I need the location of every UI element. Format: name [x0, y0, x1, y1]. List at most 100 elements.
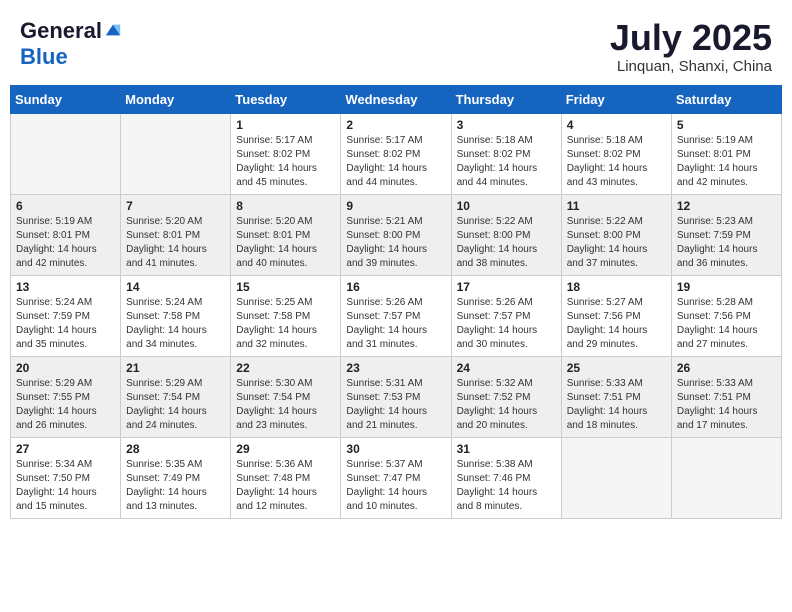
day-number: 14: [126, 280, 225, 294]
calendar-day-cell: [11, 113, 121, 194]
calendar-day-cell: 11 Sunrise: 5:22 AM Sunset: 8:00 PM Dayli…: [561, 194, 671, 275]
day-detail: Sunrise: 5:26 AM Sunset: 7:57 PM Dayligh…: [346, 296, 445, 352]
day-number: 29: [236, 442, 335, 456]
day-number: 3: [457, 118, 556, 132]
day-number: 25: [567, 361, 666, 375]
calendar-week-row: 27 Sunrise: 5:34 AM Sunset: 7:50 PM Dayli…: [11, 437, 782, 518]
calendar-day-cell: 3 Sunrise: 5:18 AM Sunset: 8:02 PM Daylig…: [451, 113, 561, 194]
day-detail: Sunrise: 5:20 AM Sunset: 8:01 PM Dayligh…: [236, 215, 335, 271]
day-number: 20: [16, 361, 115, 375]
day-detail: Sunrise: 5:23 AM Sunset: 7:59 PM Dayligh…: [677, 215, 776, 271]
day-detail: Sunrise: 5:35 AM Sunset: 7:49 PM Dayligh…: [126, 458, 225, 514]
day-detail: Sunrise: 5:33 AM Sunset: 7:51 PM Dayligh…: [677, 377, 776, 433]
title-block: July 2025 Linquan, Shanxi, China: [610, 18, 772, 75]
day-detail: Sunrise: 5:30 AM Sunset: 7:54 PM Dayligh…: [236, 377, 335, 433]
day-detail: Sunrise: 5:31 AM Sunset: 7:53 PM Dayligh…: [346, 377, 445, 433]
day-number: 6: [16, 199, 115, 213]
day-detail: Sunrise: 5:21 AM Sunset: 8:00 PM Dayligh…: [346, 215, 445, 271]
logo-icon: [104, 21, 122, 39]
calendar-day-cell: 19 Sunrise: 5:28 AM Sunset: 7:56 PM Dayli…: [671, 275, 781, 356]
day-detail: Sunrise: 5:37 AM Sunset: 7:47 PM Dayligh…: [346, 458, 445, 514]
calendar-day-cell: 4Sunrise: 5:18 AM Sunset: 8:02 PM Daylig…: [561, 113, 671, 194]
calendar-day-cell: 7 Sunrise: 5:20 AM Sunset: 8:01 PM Daylig…: [121, 194, 231, 275]
calendar-week-row: 13Sunrise: 5:24 AM Sunset: 7:59 PM Dayli…: [11, 275, 782, 356]
day-detail: Sunrise: 5:18 AM Sunset: 8:02 PM Dayligh…: [457, 134, 556, 190]
calendar-table: SundayMondayTuesdayWednesdayThursdayFrid…: [10, 85, 782, 519]
month-title: July 2025: [610, 18, 772, 58]
col-header-wednesday: Wednesday: [341, 85, 451, 113]
logo-general-text: General: [20, 18, 102, 44]
day-detail: Sunrise: 5:29 AM Sunset: 7:54 PM Dayligh…: [126, 377, 225, 433]
day-number: 18: [567, 280, 666, 294]
day-number: 15: [236, 280, 335, 294]
col-header-friday: Friday: [561, 85, 671, 113]
day-detail: Sunrise: 5:19 AM Sunset: 8:01 PM Dayligh…: [677, 134, 776, 190]
calendar-day-cell: 17 Sunrise: 5:26 AM Sunset: 7:57 PM Dayli…: [451, 275, 561, 356]
day-detail: Sunrise: 5:22 AM Sunset: 8:00 PM Dayligh…: [457, 215, 556, 271]
logo-blue-text: Blue: [20, 44, 68, 70]
col-header-sunday: Sunday: [11, 85, 121, 113]
day-number: 16: [346, 280, 445, 294]
calendar-day-cell: [121, 113, 231, 194]
day-detail: Sunrise: 5:22 AM Sunset: 8:00 PM Dayligh…: [567, 215, 666, 271]
calendar-day-cell: 22 Sunrise: 5:30 AM Sunset: 7:54 PM Dayli…: [231, 356, 341, 437]
day-number: 2: [346, 118, 445, 132]
day-detail: Sunrise: 5:19 AM Sunset: 8:01 PM Dayligh…: [16, 215, 115, 271]
calendar-day-cell: 8Sunrise: 5:20 AM Sunset: 8:01 PM Daylig…: [231, 194, 341, 275]
calendar-day-cell: 23 Sunrise: 5:31 AM Sunset: 7:53 PM Dayli…: [341, 356, 451, 437]
day-number: 27: [16, 442, 115, 456]
day-number: 28: [126, 442, 225, 456]
calendar-day-cell: 30 Sunrise: 5:37 AM Sunset: 7:47 PM Dayli…: [341, 437, 451, 518]
day-number: 22: [236, 361, 335, 375]
day-detail: Sunrise: 5:17 AM Sunset: 8:02 PM Dayligh…: [346, 134, 445, 190]
calendar-week-row: 1 Sunrise: 5:17 AM Sunset: 8:02 PM Daylig…: [11, 113, 782, 194]
day-detail: Sunrise: 5:34 AM Sunset: 7:50 PM Dayligh…: [16, 458, 115, 514]
calendar-day-cell: 25 Sunrise: 5:33 AM Sunset: 7:51 PM Dayli…: [561, 356, 671, 437]
day-detail: Sunrise: 5:24 AM Sunset: 7:58 PM Dayligh…: [126, 296, 225, 352]
page-header: General Blue July 2025 Linquan, Shanxi, …: [10, 10, 782, 79]
calendar-day-cell: [561, 437, 671, 518]
calendar-week-row: 20Sunrise: 5:29 AM Sunset: 7:55 PM Dayli…: [11, 356, 782, 437]
day-number: 30: [346, 442, 445, 456]
day-number: 5: [677, 118, 776, 132]
calendar-day-cell: 2 Sunrise: 5:17 AM Sunset: 8:02 PM Daylig…: [341, 113, 451, 194]
calendar-day-cell: 14 Sunrise: 5:24 AM Sunset: 7:58 PM Dayli…: [121, 275, 231, 356]
day-number: 13: [16, 280, 115, 294]
day-number: 19: [677, 280, 776, 294]
day-number: 4: [567, 118, 666, 132]
calendar-day-cell: 18Sunrise: 5:27 AM Sunset: 7:56 PM Dayli…: [561, 275, 671, 356]
calendar-day-cell: 16 Sunrise: 5:26 AM Sunset: 7:57 PM Dayli…: [341, 275, 451, 356]
location: Linquan, Shanxi, China: [610, 58, 772, 75]
day-number: 7: [126, 199, 225, 213]
calendar-day-cell: 1 Sunrise: 5:17 AM Sunset: 8:02 PM Daylig…: [231, 113, 341, 194]
col-header-tuesday: Tuesday: [231, 85, 341, 113]
day-detail: Sunrise: 5:20 AM Sunset: 8:01 PM Dayligh…: [126, 215, 225, 271]
day-number: 9: [346, 199, 445, 213]
day-detail: Sunrise: 5:26 AM Sunset: 7:57 PM Dayligh…: [457, 296, 556, 352]
day-number: 1: [236, 118, 335, 132]
calendar-day-cell: [671, 437, 781, 518]
day-detail: Sunrise: 5:38 AM Sunset: 7:46 PM Dayligh…: [457, 458, 556, 514]
logo: General Blue: [20, 18, 122, 70]
calendar-day-cell: 31 Sunrise: 5:38 AM Sunset: 7:46 PM Dayli…: [451, 437, 561, 518]
calendar-week-row: 6 Sunrise: 5:19 AM Sunset: 8:01 PM Daylig…: [11, 194, 782, 275]
calendar-day-cell: 28 Sunrise: 5:35 AM Sunset: 7:49 PM Dayli…: [121, 437, 231, 518]
day-detail: Sunrise: 5:17 AM Sunset: 8:02 PM Dayligh…: [236, 134, 335, 190]
day-detail: Sunrise: 5:28 AM Sunset: 7:56 PM Dayligh…: [677, 296, 776, 352]
calendar-day-cell: 20Sunrise: 5:29 AM Sunset: 7:55 PM Dayli…: [11, 356, 121, 437]
day-number: 17: [457, 280, 556, 294]
day-number: 21: [126, 361, 225, 375]
day-detail: Sunrise: 5:33 AM Sunset: 7:51 PM Dayligh…: [567, 377, 666, 433]
calendar-day-cell: 6 Sunrise: 5:19 AM Sunset: 8:01 PM Daylig…: [11, 194, 121, 275]
day-detail: Sunrise: 5:32 AM Sunset: 7:52 PM Dayligh…: [457, 377, 556, 433]
calendar-header-row: SundayMondayTuesdayWednesdayThursdayFrid…: [11, 85, 782, 113]
calendar-day-cell: 21 Sunrise: 5:29 AM Sunset: 7:54 PM Dayli…: [121, 356, 231, 437]
col-header-monday: Monday: [121, 85, 231, 113]
day-number: 31: [457, 442, 556, 456]
calendar-day-cell: 24Sunrise: 5:32 AM Sunset: 7:52 PM Dayli…: [451, 356, 561, 437]
calendar-day-cell: 26Sunrise: 5:33 AM Sunset: 7:51 PM Dayli…: [671, 356, 781, 437]
day-number: 23: [346, 361, 445, 375]
day-number: 11: [567, 199, 666, 213]
col-header-saturday: Saturday: [671, 85, 781, 113]
calendar-day-cell: 15Sunrise: 5:25 AM Sunset: 7:58 PM Dayli…: [231, 275, 341, 356]
